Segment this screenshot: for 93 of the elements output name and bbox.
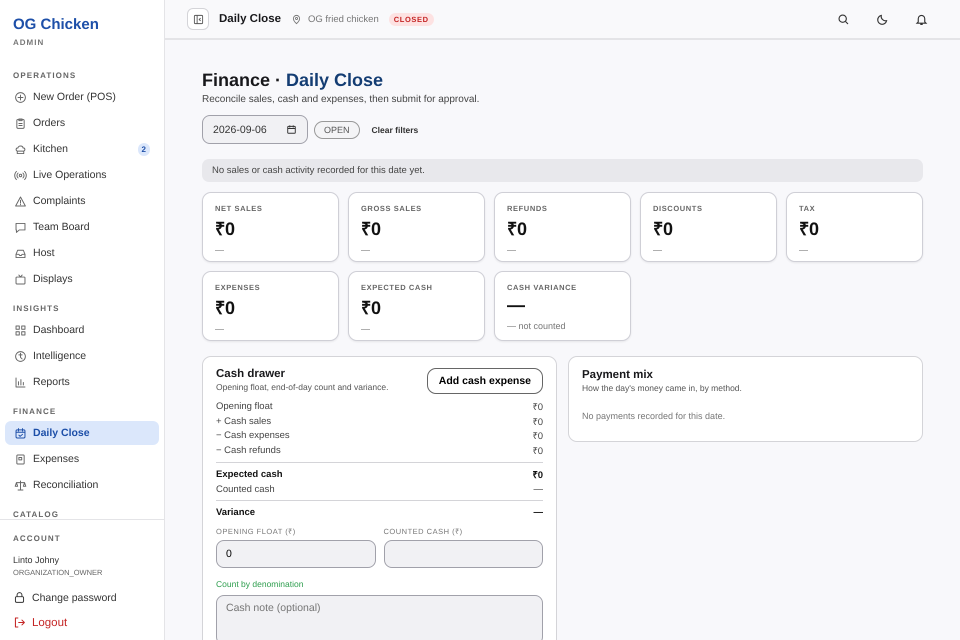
grid-icon <box>14 324 27 336</box>
card-title: Cash drawer <box>216 368 286 380</box>
logout-button[interactable]: Logout <box>13 616 68 629</box>
bell-icon <box>915 12 928 26</box>
metric-value: ₹0 <box>215 297 236 319</box>
line-value: — <box>534 507 543 518</box>
status-filter-button[interactable]: OPEN <box>314 120 360 138</box>
sidebar-toggle-button[interactable] <box>187 8 209 30</box>
line-value: ₹0 <box>532 400 543 413</box>
sidebar-item[interactable]: Live Operations <box>5 163 159 187</box>
metric-note: — <box>653 245 662 255</box>
card-subtitle: Opening float, end-of-day count and variance. <box>216 382 388 392</box>
account-action[interactable]: Change password <box>13 591 117 604</box>
metric-note: — <box>507 245 516 255</box>
page-title: Daily Close <box>219 13 281 25</box>
cash-note-field[interactable]: Cash note (optional) <box>216 595 543 640</box>
sidebar-item[interactable]: Team Board <box>5 215 159 239</box>
card-title: Payment mix <box>582 369 653 381</box>
section-heading: INSIGHTS <box>12 303 61 315</box>
metric-note: — <box>215 245 224 255</box>
add-cash-expense-button[interactable]: Add cash expense <box>426 368 543 394</box>
sidebar-item[interactable]: Dashboard <box>5 318 159 342</box>
section-heading: ACCOUNT <box>13 533 61 545</box>
date-field[interactable]: 2026-09-06 <box>202 115 308 144</box>
metric-value: ₹0 <box>799 218 820 240</box>
input-field[interactable] <box>384 540 543 568</box>
location-pin-icon <box>291 14 302 24</box>
metric-value: — <box>507 295 525 316</box>
count-badge: 2 <box>138 142 150 156</box>
metric-note: — not counted <box>507 321 566 331</box>
line-value: — <box>534 484 543 495</box>
sidebar-item[interactable]: Kitchen 2 <box>5 137 159 161</box>
calendar-icon <box>14 426 27 440</box>
section-heading: OPERATIONS <box>12 70 78 82</box>
input-field[interactable]: 0 <box>216 540 376 568</box>
user-name: Linto Johny <box>13 555 60 565</box>
panel-icon <box>192 14 204 24</box>
metric-value: ₹0 <box>361 218 382 240</box>
clear-filters-button[interactable]: Clear filters <box>366 124 424 134</box>
line-label: − Cash refunds <box>216 444 281 456</box>
line-label: − Cash expenses <box>216 430 290 442</box>
metric-note: — <box>361 245 370 255</box>
sidebar-item[interactable]: Complaints <box>5 189 159 213</box>
chef-hat-icon <box>14 142 27 156</box>
page-subtitle: Reconcile sales, cash and expenses, then submit for approval. <box>202 94 480 105</box>
tv-icon <box>14 272 27 286</box>
sidebar-item[interactable]: Intelligence <box>5 344 159 368</box>
warning-icon <box>14 194 27 208</box>
document-icon <box>14 452 27 466</box>
brand-name: OG Chicken <box>13 16 99 33</box>
empty-message: No payments recorded for this date. <box>582 411 726 421</box>
broadcast-icon <box>14 168 27 182</box>
sidebar-item[interactable]: Reports <box>5 370 159 394</box>
sidebar-item[interactable]: Expenses <box>5 447 159 471</box>
metric-value: ₹0 <box>361 297 382 319</box>
line-value: ₹0 <box>532 416 543 428</box>
lock-icon <box>13 591 26 604</box>
sidebar-item[interactable]: New Order (POS) <box>5 85 159 109</box>
sidebar-item[interactable]: Reconciliation <box>5 473 159 497</box>
clipboard-icon <box>14 116 27 130</box>
line-label: Expected cash <box>216 468 283 480</box>
sidebar-item[interactable]: Displays <box>5 267 159 291</box>
sidebar-item[interactable]: Host <box>5 241 159 265</box>
notice-banner: No sales or cash activity recorded for this date yet. <box>202 159 923 182</box>
moon-icon <box>876 12 889 26</box>
metric-value: ₹0 <box>653 218 674 240</box>
logout-icon <box>13 616 26 629</box>
line-value: ₹0 <box>532 468 543 481</box>
location-name: OG fried chicken <box>308 14 379 24</box>
line-label: Variance <box>216 507 256 518</box>
metric-value: ₹0 <box>215 218 236 240</box>
page-heading: Finance · Daily Close <box>202 70 384 91</box>
search-icon <box>837 12 850 26</box>
line-value: ₹0 <box>532 444 543 457</box>
line-label: Counted cash <box>216 484 275 495</box>
bar-chart-icon <box>14 376 27 388</box>
scale-icon <box>14 478 27 492</box>
card-subtitle: How the day's money came in, by method. <box>582 383 742 393</box>
line-value: ₹0 <box>532 430 543 442</box>
calendar-icon <box>286 124 297 135</box>
sidebar-item[interactable]: Orders <box>5 111 159 135</box>
plus-circle-icon <box>14 90 27 104</box>
section-heading: CATALOG <box>12 509 60 519</box>
metric-note: — <box>799 245 808 255</box>
brand-role: ADMIN <box>13 38 44 47</box>
chat-icon <box>14 220 27 234</box>
metric-note: — <box>215 324 224 334</box>
metric-note: — <box>361 324 370 334</box>
line-label: Opening float <box>216 400 273 412</box>
metric-value: ₹0 <box>507 218 528 240</box>
section-heading: FINANCE <box>12 406 58 418</box>
line-label: + Cash sales <box>216 416 272 427</box>
sidebar-item[interactable]: Daily Close <box>5 421 159 445</box>
